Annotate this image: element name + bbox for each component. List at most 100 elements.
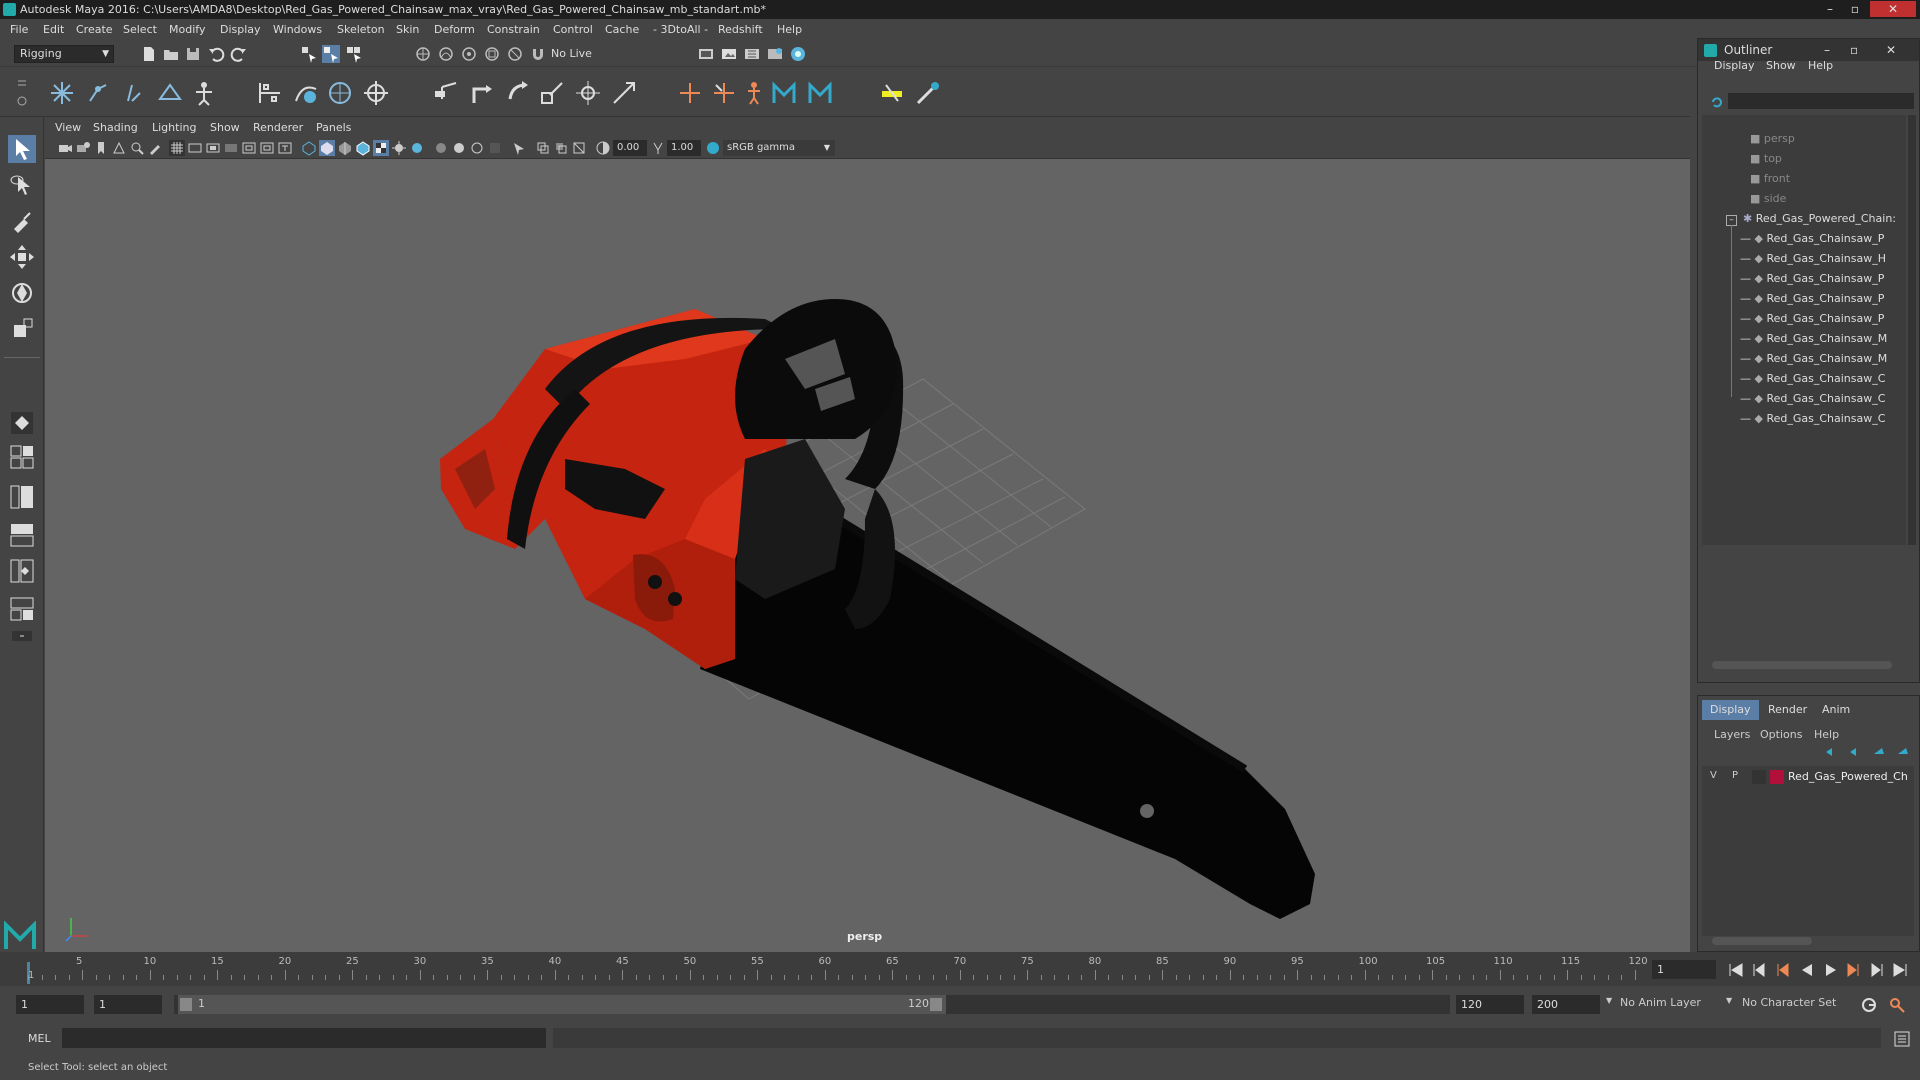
outliner-horizontal-scrollbar[interactable]	[1712, 661, 1892, 669]
outliner-search-field[interactable]	[1728, 93, 1914, 109]
pole-vector-icon[interactable]	[610, 79, 638, 107]
scale-tool-icon[interactable]	[8, 315, 36, 343]
single-perspective-layout-icon[interactable]	[8, 409, 36, 437]
menu-constrain[interactable]: Constrain	[487, 23, 540, 36]
layer-row[interactable]: V P Red_Gas_Powered_Ch	[1704, 768, 1912, 786]
lattice-icon[interactable]	[326, 79, 354, 107]
human-ik-icon[interactable]	[740, 79, 768, 107]
anti-aliasing-icon[interactable]	[469, 140, 485, 156]
current-time-indicator[interactable]	[27, 962, 30, 984]
layer-horizontal-scrollbar[interactable]	[1712, 937, 1812, 945]
scale-constraint-icon[interactable]	[538, 79, 566, 107]
camera-attributes-icon[interactable]	[75, 140, 91, 156]
outliner-child-item[interactable]: — ◆ Red_Gas_Chainsaw_C	[1740, 390, 1906, 408]
outliner-child-item[interactable]: — ◆ Red_Gas_Chainsaw_P	[1740, 270, 1906, 288]
render-settings-icon[interactable]	[697, 45, 715, 63]
outliner-child-item[interactable]: — ◆ Red_Gas_Chainsaw_P	[1740, 310, 1906, 328]
current-frame-field[interactable]: 1	[1652, 960, 1716, 979]
paint-weights-icon[interactable]	[292, 79, 320, 107]
locator-icon[interactable]	[676, 79, 704, 107]
outliner-close-icon[interactable]: ✕	[1886, 39, 1896, 61]
film-gate-icon[interactable]	[187, 140, 203, 156]
layer-tool-icons[interactable]	[1822, 744, 1918, 760]
shadows-icon[interactable]	[409, 140, 425, 156]
view-transform-dropdown[interactable]: sRGB gamma ▼	[723, 140, 835, 156]
menu-windows[interactable]: Windows	[273, 23, 322, 36]
character-set-dropdown[interactable]: No Character Set ▼	[1726, 996, 1854, 1014]
viewport-persp[interactable]: persp	[45, 159, 1690, 952]
motion-blur-icon[interactable]	[451, 140, 467, 156]
xray-joints-icon[interactable]	[553, 140, 569, 156]
script-editor-icon[interactable]	[1893, 1030, 1911, 1048]
color-management-icon[interactable]	[705, 140, 721, 156]
minimize-icon[interactable]: –	[1818, 1, 1842, 17]
snap-view-plane-icon[interactable]	[483, 45, 501, 63]
playback-controls[interactable]	[1726, 961, 1916, 979]
grease-pencil-icon[interactable]	[147, 140, 163, 156]
outliner-menu-display[interactable]: Display	[1714, 59, 1755, 72]
depth-of-field-icon[interactable]	[487, 140, 503, 156]
outliner-child-item[interactable]: — ◆ Red_Gas_Chainsaw_P	[1740, 290, 1906, 308]
anim-layer-dropdown[interactable]: No Anim Layer ▼	[1606, 996, 1726, 1014]
magnet-icon[interactable]	[529, 45, 547, 63]
tab-render[interactable]: Render	[1760, 700, 1815, 720]
save-scene-icon[interactable]	[184, 45, 202, 63]
menu-display[interactable]: Display	[220, 23, 261, 36]
xray-components-icon[interactable]	[571, 140, 587, 156]
2d-pan-zoom-icon[interactable]	[129, 140, 145, 156]
select-object-icon[interactable]	[322, 45, 340, 63]
paint-select-icon[interactable]	[8, 207, 36, 235]
layer-menu-options[interactable]: Options	[1760, 728, 1802, 741]
menu-cache[interactable]: Cache	[605, 23, 639, 36]
auto-key-icon[interactable]	[1860, 996, 1878, 1014]
tab-anim[interactable]: Anim	[1814, 700, 1858, 720]
panel-menu-panels[interactable]: Panels	[316, 121, 351, 134]
menu-3dtoall[interactable]: - 3DtoAll -	[653, 23, 708, 36]
layer-name[interactable]: Red_Gas_Powered_Ch	[1788, 770, 1908, 783]
shelf-options-icon[interactable]	[12, 75, 32, 111]
select-component-icon[interactable]	[345, 45, 363, 63]
menu-set-dropdown[interactable]: Rigging ▼	[14, 45, 114, 63]
end-time-field[interactable]: 200	[1532, 995, 1600, 1014]
time-slider[interactable]: 5 10 15 20 25 30 35 40 45 50 55 60 65 70 75 80 85 90 95 100…	[0, 952, 1920, 986]
playback-start-field[interactable]: 1	[94, 995, 162, 1014]
snap-point-icon[interactable]	[460, 45, 478, 63]
command-language-label[interactable]: MEL	[28, 1032, 51, 1045]
persp-graph-layout-icon[interactable]	[8, 521, 36, 549]
toolbox-collapse-icon[interactable]	[8, 629, 36, 643]
wireframe-shading-icon[interactable]	[301, 140, 317, 156]
image-plane-icon[interactable]	[111, 140, 127, 156]
gamma-icon[interactable]	[650, 140, 666, 156]
outliner-child-item[interactable]: — ◆ Red_Gas_Chainsaw_P	[1740, 230, 1906, 248]
menu-skeleton[interactable]: Skeleton	[337, 23, 385, 36]
command-input[interactable]	[62, 1028, 546, 1048]
lasso-tool-icon[interactable]	[8, 171, 36, 199]
layer-playback-toggle[interactable]: P	[1732, 770, 1738, 781]
point-constraint-icon[interactable]	[468, 79, 496, 107]
use-all-lights-icon[interactable]	[391, 140, 407, 156]
mirror-joint-icon[interactable]	[156, 79, 184, 107]
menu-edit[interactable]: Edit	[43, 23, 64, 36]
grid-toggle-icon[interactable]	[169, 140, 185, 156]
hypershade-icon[interactable]	[789, 45, 807, 63]
interactive-bind-icon[interactable]	[914, 79, 942, 107]
menu-control[interactable]: Control	[553, 23, 593, 36]
outliner-menu-help[interactable]: Help	[1808, 59, 1833, 72]
outliner-maximize-icon[interactable]: ▫	[1850, 39, 1858, 61]
shaded-wireframe-icon[interactable]	[355, 140, 371, 156]
resolution-gate-icon[interactable]	[205, 140, 221, 156]
range-start-grip[interactable]	[180, 998, 192, 1011]
outliner-child-item[interactable]: — ◆ Red_Gas_Chainsaw_M	[1740, 350, 1906, 368]
refresh-icon[interactable]	[1710, 95, 1724, 109]
isolate-select-icon[interactable]	[511, 140, 527, 156]
outliner-child-item[interactable]: — ◆ Red_Gas_Chainsaw_H	[1740, 250, 1906, 268]
snap-curve-icon[interactable]	[437, 45, 455, 63]
rotate-tool-icon[interactable]	[8, 279, 36, 307]
menu-file[interactable]: File	[10, 23, 28, 36]
cluster-icon[interactable]	[362, 79, 390, 107]
range-slider-handle[interactable]: 1 120	[178, 995, 946, 1014]
open-scene-icon[interactable]	[162, 45, 180, 63]
layer-reference-toggle[interactable]	[1752, 770, 1766, 784]
gate-mask-icon[interactable]	[223, 140, 239, 156]
undo-icon[interactable]	[207, 45, 225, 63]
